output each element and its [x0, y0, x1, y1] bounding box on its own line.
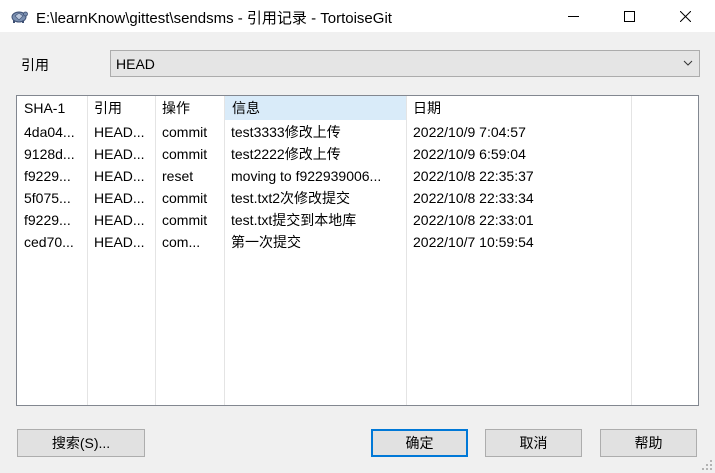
cell-sha: 5f075...	[24, 190, 71, 206]
cell-ref: HEAD...	[94, 212, 145, 228]
list-header: SHA-1 引用 操作 信息 日期	[17, 96, 698, 120]
table-row[interactable]: 5f075... HEAD... commit test.txt2次修改提交 2022/…	[17, 187, 698, 209]
table-row[interactable]: f9229... HEAD... reset moving to f922939006…	[17, 165, 698, 187]
cell-date: 2022/10/9 7:04:57	[413, 124, 526, 140]
table-row[interactable]: f9229... HEAD... commit test.txt提交到本地库 2022/…	[17, 209, 698, 231]
cell-sha: 9128d...	[24, 146, 75, 162]
column-header-sha[interactable]: SHA-1	[17, 96, 87, 120]
column-header-ref[interactable]: 引用	[87, 96, 155, 120]
cell-action: com...	[162, 234, 201, 250]
cell-sha: f9229...	[24, 168, 71, 184]
maximize-button[interactable]	[606, 0, 652, 32]
resize-grip-icon[interactable]	[701, 459, 713, 471]
cancel-button[interactable]: 取消	[485, 429, 582, 457]
title-bar: E:\learnKnow\gittest\sendsms - 引用记录 - To…	[0, 0, 715, 32]
cell-date: 2022/10/7 10:59:54	[413, 234, 534, 250]
cell-action: commit	[162, 146, 208, 162]
cell-action: commit	[162, 124, 208, 140]
reference-selected-value: HEAD	[116, 56, 155, 72]
table-row[interactable]: 4da04... HEAD... commit test3333修改上传 2022/10…	[17, 121, 698, 143]
cell-message: test3333修改上传	[231, 124, 341, 140]
cell-date: 2022/10/8 22:33:01	[413, 212, 534, 228]
reference-label: 引用	[21, 57, 49, 73]
cell-message: test2222修改上传	[231, 146, 341, 162]
cell-message: test.txt提交到本地库	[231, 212, 357, 228]
close-button[interactable]	[662, 0, 708, 32]
cell-action: reset	[162, 168, 194, 184]
cell-sha: f9229...	[24, 212, 71, 228]
minimize-icon	[567, 15, 579, 17]
column-header-date[interactable]: 日期	[406, 96, 631, 120]
cell-message: test.txt2次修改提交	[231, 190, 351, 206]
ok-button[interactable]: 确定	[371, 429, 468, 457]
cell-date: 2022/10/8 22:35:37	[413, 168, 534, 184]
table-row[interactable]: 9128d... HEAD... commit test2222修改上传 2022/10…	[17, 143, 698, 165]
help-button[interactable]: 帮助	[600, 429, 697, 457]
column-header-message[interactable]: 信息	[225, 96, 406, 120]
window-title: E:\learnKnow\gittest\sendsms - 引用记录 - To…	[36, 10, 392, 27]
cell-message: moving to f922939006...	[231, 168, 382, 184]
reflog-list[interactable]: SHA-1 引用 操作 信息 日期 4da04... HEAD... commit t…	[16, 95, 699, 406]
cell-date: 2022/10/9 6:59:04	[413, 146, 526, 162]
maximize-icon	[623, 10, 635, 22]
cell-ref: HEAD...	[94, 146, 145, 162]
column-header-action[interactable]: 操作	[155, 96, 224, 120]
minimize-button[interactable]	[550, 0, 596, 32]
reference-dropdown[interactable]: HEAD	[110, 50, 700, 77]
cell-ref: HEAD...	[94, 190, 145, 206]
cell-ref: HEAD...	[94, 234, 145, 250]
close-icon	[679, 10, 691, 22]
search-button[interactable]: 搜索(S)...	[17, 429, 145, 457]
cell-action: commit	[162, 212, 208, 228]
chevron-down-icon	[683, 60, 693, 66]
cell-date: 2022/10/8 22:33:34	[413, 190, 534, 206]
cell-sha: ced70...	[24, 234, 74, 250]
cell-ref: HEAD...	[94, 124, 145, 140]
tortoise-icon[interactable]	[10, 8, 28, 24]
table-row[interactable]: ced70... HEAD... com... 第一次提交 2022/10/7 10:5…	[17, 231, 698, 253]
cell-message: 第一次提交	[231, 234, 301, 250]
cell-ref: HEAD...	[94, 168, 145, 184]
cell-action: commit	[162, 190, 208, 206]
cell-sha: 4da04...	[24, 124, 75, 140]
